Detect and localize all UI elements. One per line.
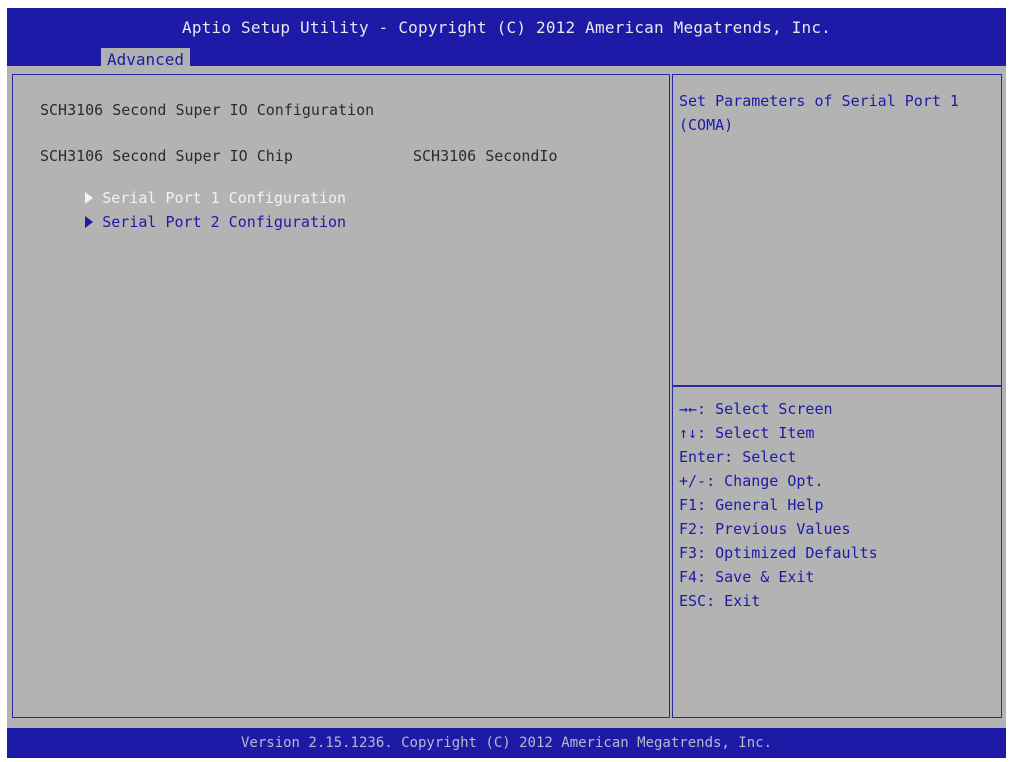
bios-screen: Aptio Setup Utility - Copyright (C) 2012… [0, 0, 1009, 762]
key-hint-select-item: ↑↓: Select Item [679, 424, 815, 442]
key-hint-enter: Enter: Select [679, 448, 797, 466]
key-hint-general-help: F1: General Help [679, 496, 824, 514]
key-hint-previous-values: F2: Previous Values [679, 520, 851, 538]
status-bar: Version 2.15.1236. Copyright (C) 2012 Am… [7, 728, 1006, 758]
title-bar: Aptio Setup Utility - Copyright (C) 2012… [7, 8, 1006, 72]
help-divider [673, 385, 1001, 387]
key-legend: →←: Select Screen ↑↓: Select Item Enter:… [679, 397, 878, 613]
chip-label: SCH3106 Second Super IO Chip [40, 147, 293, 165]
chip-value: SCH3106 SecondIo [413, 147, 558, 165]
menu-item-label: Serial Port 2 Configuration [102, 213, 347, 231]
version-text: Version 2.15.1236. Copyright (C) 2012 Am… [240, 735, 772, 751]
key-hint-exit: ESC: Exit [679, 592, 761, 610]
key-hint-save-exit: F4: Save & Exit [679, 568, 815, 586]
section-title: SCH3106 Second Super IO Configuration [40, 101, 375, 119]
menu-item-serial-port-2[interactable]: Serial Port 2 Configuration [13, 195, 346, 249]
triangle-right-icon [85, 216, 94, 228]
key-hint-change-opt: +/-: Change Opt. [679, 472, 824, 490]
help-panel: Set Parameters of Serial Port 1 (COMA) →… [672, 74, 1002, 718]
key-hint-optimized-defaults: F3: Optimized Defaults [679, 544, 878, 562]
main-area: SCH3106 Second Super IO Configuration SC… [7, 66, 1006, 728]
help-description: Set Parameters of Serial Port 1 (COMA) [679, 92, 959, 134]
key-hint-select-screen: →←: Select Screen [679, 400, 833, 418]
app-title: Aptio Setup Utility - Copyright (C) 2012… [182, 18, 831, 37]
settings-panel: SCH3106 Second Super IO Configuration SC… [12, 74, 670, 718]
